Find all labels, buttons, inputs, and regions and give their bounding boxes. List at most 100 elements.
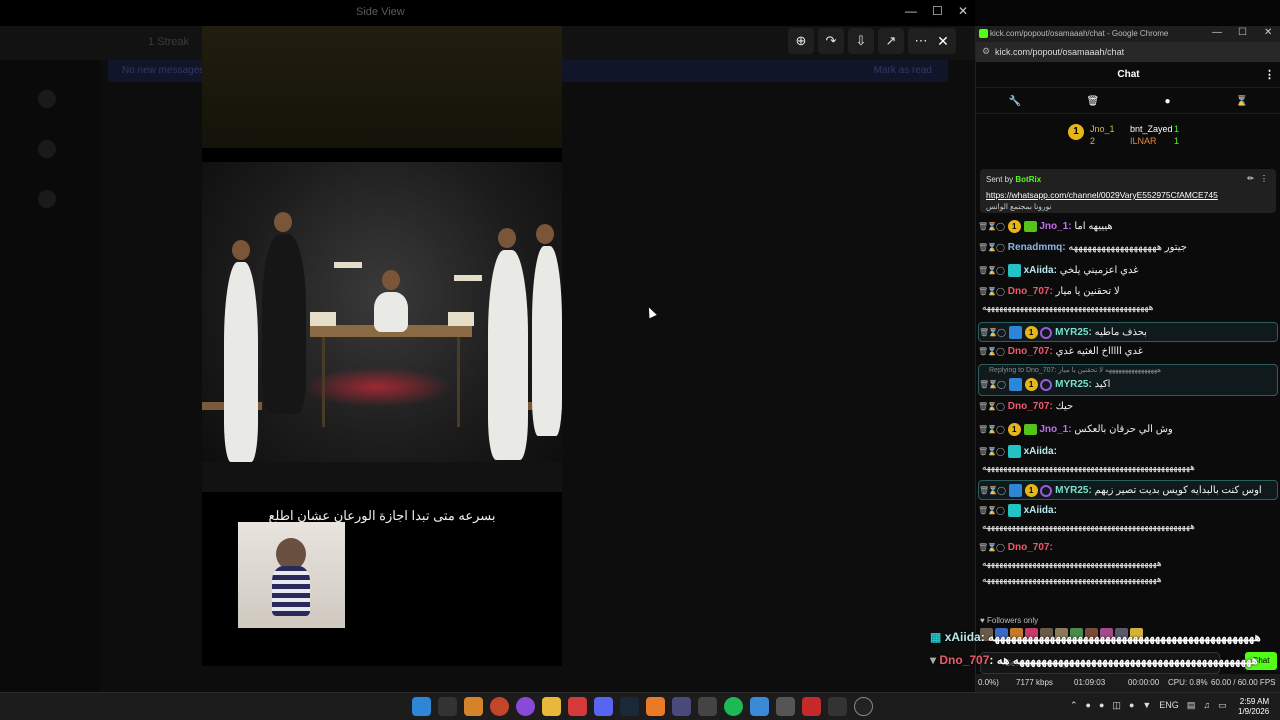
- sidebar-avatar[interactable]: [38, 90, 56, 108]
- chat-username[interactable]: MYR25:: [1055, 327, 1092, 338]
- timeout-icon[interactable]: ⌛: [987, 222, 997, 231]
- timeout-icon[interactable]: ⌛: [987, 243, 997, 252]
- chat-username[interactable]: MYR25:: [1055, 485, 1092, 496]
- download-icon[interactable]: ⇩: [848, 28, 874, 54]
- chat-username[interactable]: MYR25:: [1055, 379, 1092, 390]
- chat-username[interactable]: Dno_707:: [1008, 401, 1053, 412]
- chat-username[interactable]: Jno_1:: [1039, 424, 1071, 435]
- bot-name[interactable]: BotRix: [1015, 175, 1041, 184]
- chat-username[interactable]: xAiida:: [1024, 265, 1057, 276]
- ban-icon[interactable]: ◯: [996, 402, 1005, 411]
- chat-username[interactable]: Renadmmq:: [1008, 242, 1066, 253]
- timeout-icon[interactable]: ⌛: [987, 447, 997, 456]
- ban-icon[interactable]: ◯: [997, 486, 1006, 495]
- timeout-icon[interactable]: ⌛: [987, 347, 997, 356]
- chat-bubble-icon[interactable]: ●: [1164, 96, 1170, 107]
- folder-icon[interactable]: [542, 697, 561, 716]
- timeout-icon[interactable]: ⌛: [987, 543, 997, 552]
- app-icon[interactable]: [828, 697, 847, 716]
- leader-name[interactable]: Jno_1: [1090, 124, 1115, 134]
- address-bar[interactable]: ⚙ kick.com/popout/osamaaah/chat: [976, 42, 1280, 62]
- chat-username[interactable]: xAiida:: [1024, 505, 1057, 516]
- delete-icon[interactable]: 🗑: [978, 425, 988, 434]
- network-icon[interactable]: ▤: [1187, 700, 1196, 711]
- hourglass-icon[interactable]: ⌛: [1236, 96, 1248, 107]
- search-icon[interactable]: [438, 697, 457, 716]
- close-window-icon[interactable]: ✕: [1264, 27, 1272, 38]
- delete-icon[interactable]: 🗑: [978, 266, 988, 275]
- reply-context[interactable]: Replying to Dno_707: ههههههههههههههههه ل…: [989, 366, 1161, 374]
- trash-icon[interactable]: 🗑: [1086, 96, 1099, 107]
- volume-icon[interactable]: ♫: [1203, 700, 1210, 711]
- app-icon[interactable]: [568, 697, 587, 716]
- timeout-icon[interactable]: ⌛: [988, 380, 998, 389]
- wrench-icon[interactable]: 🔧: [1009, 96, 1021, 107]
- battery-icon[interactable]: ▭: [1218, 700, 1227, 711]
- open-external-icon[interactable]: ↗: [878, 28, 904, 54]
- ban-icon[interactable]: ◯: [996, 506, 1005, 515]
- maximize-icon[interactable]: ☐: [1238, 27, 1247, 38]
- minimize-icon[interactable]: —: [1212, 27, 1222, 38]
- delete-icon[interactable]: 🗑: [978, 506, 988, 515]
- chat-username[interactable]: Dno_707:: [1008, 286, 1053, 297]
- leader-name[interactable]: bnt_Zayed: [1130, 124, 1173, 134]
- zoom-in-icon[interactable]: ⊕: [788, 28, 814, 54]
- reaction-thumbnail[interactable]: [238, 522, 345, 628]
- ban-icon[interactable]: ◯: [996, 287, 1005, 296]
- tray-app-icon[interactable]: ●: [1099, 700, 1104, 711]
- chrome-icon[interactable]: [490, 697, 509, 716]
- obs-icon[interactable]: [802, 697, 821, 716]
- ban-icon[interactable]: ◯: [996, 425, 1005, 434]
- app-icon[interactable]: [464, 697, 483, 716]
- app-icon[interactable]: [672, 697, 691, 716]
- ban-icon[interactable]: ◯: [996, 347, 1005, 356]
- delete-icon[interactable]: 🗑: [978, 402, 988, 411]
- delete-icon[interactable]: 🗑: [979, 328, 989, 337]
- leader-name[interactable]: ILNAR: [1130, 136, 1157, 146]
- app-icon[interactable]: [698, 697, 717, 716]
- tray-app-icon[interactable]: ●: [1086, 700, 1091, 711]
- spotify-icon[interactable]: [724, 697, 743, 716]
- ban-icon[interactable]: ◯: [996, 222, 1005, 231]
- timeout-icon[interactable]: ⌛: [987, 266, 997, 275]
- banner-action[interactable]: Mark as read: [874, 65, 932, 76]
- sidebar-avatar[interactable]: [38, 190, 56, 208]
- timeout-icon[interactable]: ⌛: [987, 506, 997, 515]
- delete-icon[interactable]: 🗑: [978, 222, 988, 231]
- timeout-icon[interactable]: ⌛: [987, 425, 997, 434]
- timeout-icon[interactable]: ⌛: [987, 287, 997, 296]
- site-info-icon[interactable]: ⚙: [982, 46, 990, 57]
- sidebar-avatar[interactable]: [38, 140, 56, 158]
- delete-icon[interactable]: 🗑: [978, 347, 988, 356]
- app-icon[interactable]: [776, 697, 795, 716]
- app-icon[interactable]: [750, 697, 769, 716]
- timeout-icon[interactable]: ⌛: [988, 486, 998, 495]
- delete-icon[interactable]: 🗑: [978, 287, 988, 296]
- close-window-icon[interactable]: ✕: [958, 4, 968, 18]
- headset-icon[interactable]: ◫: [1112, 700, 1121, 711]
- app-icon[interactable]: [854, 697, 873, 716]
- delete-icon[interactable]: 🗑: [978, 447, 988, 456]
- tray-app-icon[interactable]: ●: [1129, 700, 1134, 711]
- app-icon[interactable]: [516, 697, 535, 716]
- taskbar-clock[interactable]: 2:59 AM 1/9/2026: [1238, 697, 1269, 717]
- chat-username[interactable]: xAiida:: [1024, 446, 1057, 457]
- chat-username[interactable]: Dno_707:: [1008, 542, 1053, 553]
- delete-icon[interactable]: 🗑: [978, 243, 988, 252]
- ban-icon[interactable]: ◯: [996, 447, 1005, 456]
- timeout-icon[interactable]: ⌛: [987, 402, 997, 411]
- start-icon[interactable]: [412, 697, 431, 716]
- close-viewer-button[interactable]: ✕: [930, 28, 956, 54]
- pinned-options-icon[interactable]: ⋮: [1260, 174, 1268, 183]
- ban-icon[interactable]: ◯: [996, 266, 1005, 275]
- pin-icon[interactable]: ✏: [1247, 174, 1254, 183]
- delete-icon[interactable]: 🗑: [979, 380, 989, 389]
- ban-icon[interactable]: ◯: [996, 543, 1005, 552]
- ban-icon[interactable]: ◯: [996, 243, 1005, 252]
- delete-icon[interactable]: 🗑: [979, 486, 989, 495]
- tray-overflow-icon[interactable]: ⌃: [1070, 700, 1078, 711]
- ban-icon[interactable]: ◯: [997, 328, 1006, 337]
- chat-username[interactable]: Dno_707:: [1008, 346, 1053, 357]
- microphone-icon[interactable]: ▼: [1142, 700, 1151, 711]
- app-icon[interactable]: [646, 697, 665, 716]
